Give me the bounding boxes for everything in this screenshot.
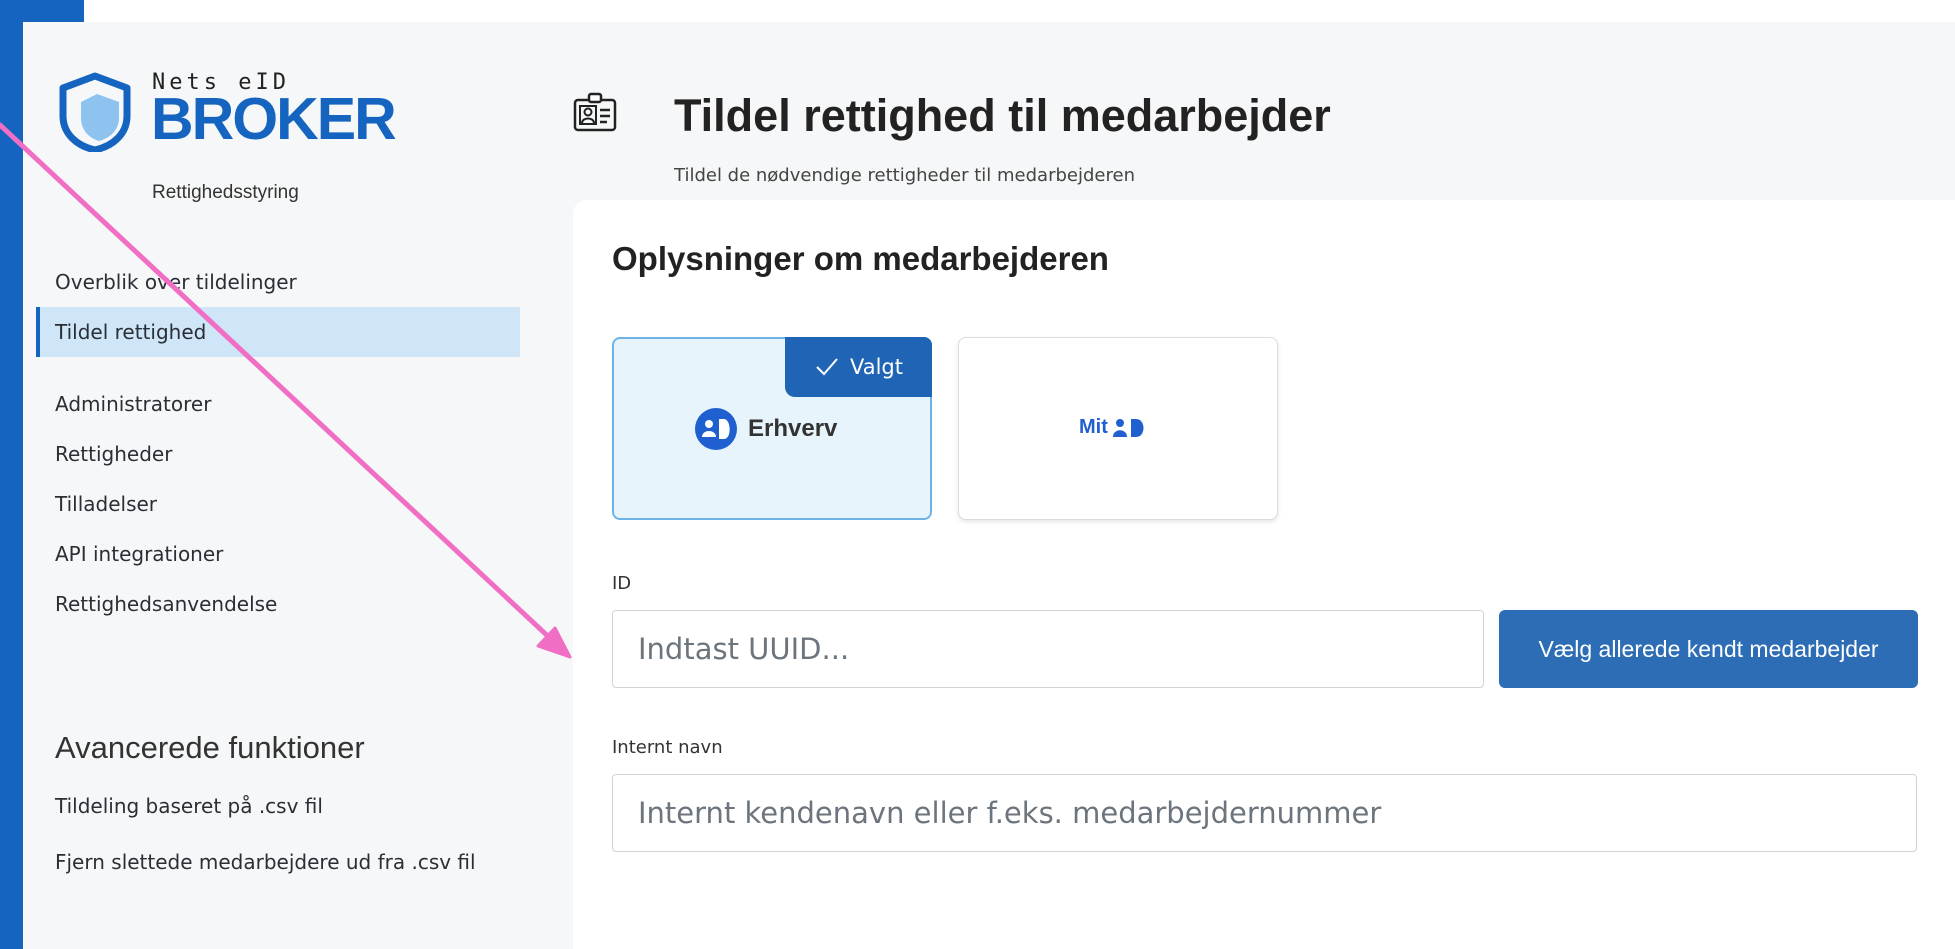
sidebar: Nets eID BROKER Rettighedsstyring Overbl… (23, 22, 578, 949)
left-edge-bar (0, 0, 23, 949)
brand-logo[interactable]: Nets eID BROKER Rettighedsstyring (55, 70, 415, 210)
sidebar-item-administratorer[interactable]: Administratorer (36, 379, 520, 429)
selected-badge-label: Valgt (849, 355, 903, 379)
app-window: Nets eID BROKER Rettighedsstyring Overbl… (23, 22, 1955, 949)
internal-name-input[interactable] (612, 774, 1917, 852)
option-erhverv[interactable]: Valgt Erhverv (612, 337, 932, 520)
page-subtitle: Tildel de nødvendige rettigheder til med… (674, 165, 1135, 186)
section-title: Oplysninger om medarbejderen (612, 240, 1109, 277)
sidebar-item-csv-fjern[interactable]: Fjern slettede medarbejdere ud fra .csv … (55, 848, 476, 904)
mitid-logo: Mit (1079, 416, 1149, 439)
erhverv-logo: Erhverv (694, 407, 837, 451)
erhverv-label: Erhverv (748, 415, 838, 442)
brand-subtitle: Rettighedsstyring (152, 182, 299, 203)
sidebar-item-rettighedsanvendelse[interactable]: Rettighedsanvendelse (36, 579, 520, 629)
advanced-section-title: Avancerede funktioner (55, 730, 365, 765)
sidebar-item-overblik[interactable]: Overblik over tildelinger (36, 257, 520, 307)
sidebar-nav: Overblik over tildelinger Tildel rettigh… (36, 257, 520, 629)
internal-name-label: Internt navn (612, 737, 723, 758)
id-label: ID (612, 573, 632, 594)
mitid-erhverv-icon (695, 408, 737, 450)
checkmark-icon (816, 358, 838, 376)
sidebar-item-tilladelser[interactable]: Tilladelser (36, 479, 520, 529)
brand-broker: BROKER (151, 86, 397, 152)
selected-badge: Valgt (785, 337, 932, 397)
mitid-label: Mit (1079, 416, 1108, 438)
mitid-logo-icon (1112, 418, 1144, 437)
top-edge-bar (0, 0, 84, 22)
page-title: Tildel rettighed til medarbejder (674, 90, 1331, 141)
uuid-input[interactable] (612, 610, 1484, 688)
main-card: Oplysninger om medarbejderen Valgt Erhve… (573, 200, 1955, 949)
id-card-icon (573, 92, 617, 132)
sidebar-item-csv-tildeling[interactable]: Tildeling baseret på .csv fil (55, 792, 476, 848)
sidebar-item-api-integrationer[interactable]: API integrationer (36, 529, 520, 579)
option-mitid[interactable]: Mit (958, 337, 1278, 520)
sidebar-item-tildel-rettighed[interactable]: Tildel rettighed (36, 307, 520, 357)
advanced-nav: Tildeling baseret på .csv fil Fjern slet… (55, 792, 476, 904)
choose-known-employee-button[interactable]: Vælg allerede kendt medarbejder (1499, 610, 1918, 688)
sidebar-item-rettigheder[interactable]: Rettigheder (36, 429, 520, 479)
shield-icon (59, 72, 131, 152)
